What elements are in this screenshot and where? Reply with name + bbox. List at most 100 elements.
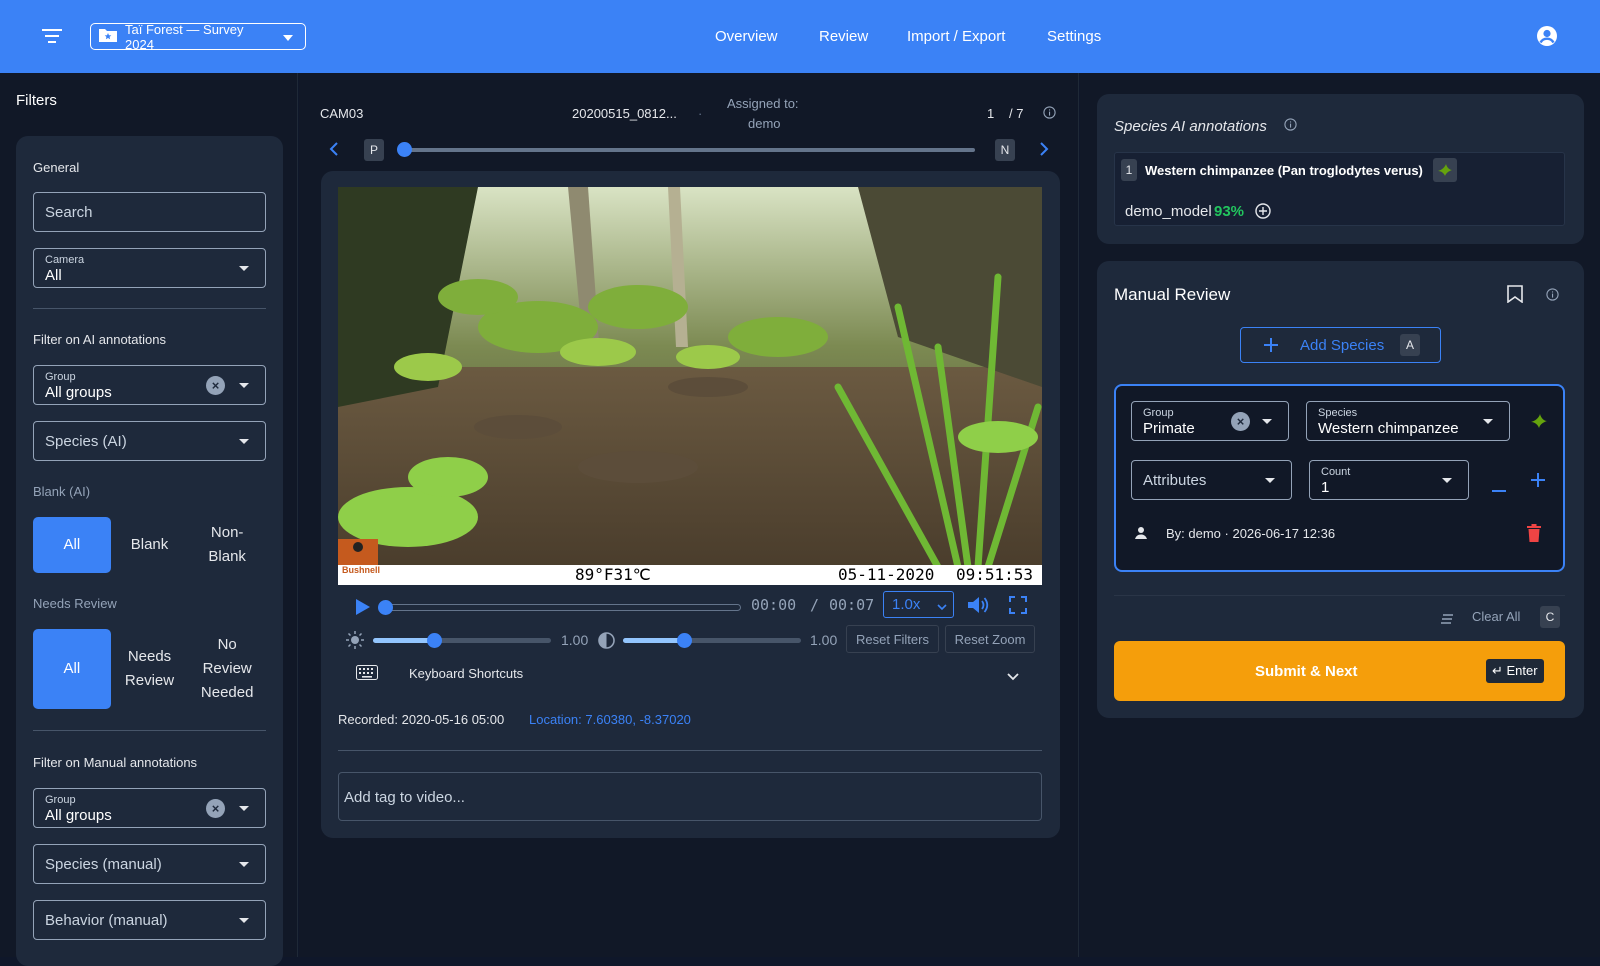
general-label: General — [33, 160, 80, 175]
blank-option-blank[interactable]: Blank — [111, 517, 189, 573]
nav-settings[interactable]: Settings — [1047, 0, 1101, 73]
info-icon[interactable] — [1284, 118, 1297, 136]
attributes-placeholder: Attributes — [1143, 472, 1207, 489]
brightness-slider-handle[interactable] — [427, 633, 442, 648]
blank-option-all[interactable]: All — [33, 517, 111, 573]
filters-column: Filters General Search Camera All Filter… — [0, 73, 298, 966]
add-species-button[interactable]: Add Species A — [1240, 327, 1441, 363]
manual-species-select[interactable]: Species (manual) — [33, 844, 266, 884]
dropdown-arrow-icon — [1483, 419, 1493, 424]
volume-icon[interactable] — [967, 595, 989, 620]
playback-speed-select[interactable]: 1.0x — [883, 591, 954, 618]
reset-filters-button[interactable]: Reset Filters — [846, 625, 939, 653]
review-option-needs-review[interactable]: Needs Review — [111, 629, 189, 709]
delete-icon[interactable] — [1527, 524, 1541, 547]
tag-input[interactable]: Add tag to video... — [338, 772, 1042, 821]
chevron-down-icon[interactable] — [1007, 668, 1019, 686]
group-label: Group — [1143, 407, 1174, 419]
info-icon[interactable] — [1043, 106, 1056, 124]
manual-review-title: Manual Review — [1114, 285, 1231, 304]
media-scrubber[interactable] — [404, 148, 975, 152]
nav-overview[interactable]: Overview — [715, 0, 778, 73]
search-input[interactable]: Search — [33, 192, 266, 232]
manual-behavior-select[interactable]: Behavior (manual) — [33, 900, 266, 940]
ai-group-select[interactable]: Group All groups × — [33, 365, 266, 405]
species-value: Western chimpanzee — [1318, 420, 1459, 437]
next-key-badge: N — [995, 139, 1015, 161]
leaf-icon[interactable] — [1530, 413, 1548, 434]
increment-icon[interactable] — [1531, 473, 1545, 492]
add-circle-icon[interactable] — [1255, 203, 1271, 224]
ai-species-select[interactable]: Species (AI) — [33, 421, 266, 461]
keyboard-shortcuts-label[interactable]: Keyboard Shortcuts — [409, 666, 523, 681]
review-option-no-review[interactable]: No Review Needed — [188, 629, 266, 709]
dropdown-arrow-icon — [1442, 478, 1452, 483]
prev-media-icon[interactable] — [329, 136, 339, 162]
dropdown-arrow-icon — [239, 806, 249, 811]
nav-import-export[interactable]: Import / Export — [907, 0, 1005, 73]
divider — [338, 750, 1042, 751]
search-placeholder: Search — [45, 204, 93, 221]
annotation-index-badge: 1 — [1121, 159, 1137, 181]
filters-title: Filters — [16, 92, 57, 109]
camera-trap-video[interactable]: Bushnell 89°F31℃ 05-11-2020 09:51:53 — [338, 187, 1042, 585]
clear-all-button[interactable]: Clear All — [1472, 609, 1520, 624]
clear-icon[interactable]: × — [206, 376, 225, 395]
contrast-slider[interactable] — [623, 638, 801, 643]
group-select[interactable]: Group Primate × — [1131, 401, 1289, 441]
camera-value: All — [45, 267, 62, 284]
attributes-select[interactable]: Attributes — [1131, 460, 1292, 500]
nav-review[interactable]: Review — [819, 0, 868, 73]
clear-icon[interactable]: × — [1231, 412, 1250, 431]
chevron-down-icon — [937, 598, 947, 615]
blank-toggle: All Blank Non- Blank — [33, 517, 266, 573]
next-media-icon[interactable] — [1039, 136, 1049, 162]
decrement-icon[interactable] — [1492, 479, 1506, 497]
camera-id: CAM03 — [320, 106, 364, 121]
manual-group-select[interactable]: Group All groups × — [33, 788, 266, 828]
group-value: Primate — [1143, 420, 1195, 437]
ai-annotation-item: 1 Western chimpanzee (Pan troglodytes ve… — [1114, 152, 1565, 226]
species-select[interactable]: Species Western chimpanzee — [1306, 401, 1510, 441]
species-annotation-form: Group Primate × Species Western chimpanz… — [1114, 384, 1565, 572]
media-scrubber-handle[interactable] — [397, 142, 412, 157]
camera-select[interactable]: Camera All — [33, 248, 266, 288]
brightness-slider[interactable] — [373, 638, 551, 643]
submit-next-button[interactable]: Submit & Next ↵ Enter — [1114, 641, 1565, 701]
video-info-overlay: Bushnell 89°F31℃ 05-11-2020 09:51:53 — [338, 565, 1042, 585]
account-icon[interactable] — [1536, 25, 1558, 47]
assigned-label: Assigned to: — [727, 96, 799, 111]
video-progress-handle[interactable] — [378, 600, 393, 615]
leaf-icon[interactable] — [1433, 158, 1457, 182]
contrast-value: 1.00 — [810, 632, 838, 648]
contrast-slider-handle[interactable] — [677, 633, 692, 648]
ai-model-name: demo_model — [1125, 203, 1212, 220]
project-selector[interactable]: Taï Forest — Survey 2024 — [90, 22, 306, 52]
manual-group-label: Group — [45, 794, 76, 806]
filter-menu-icon[interactable] — [40, 24, 64, 48]
info-icon[interactable] — [1546, 288, 1559, 306]
location-link[interactable]: Location: 7.60380, -8.37020 — [529, 712, 691, 727]
clear-all-key-badge: C — [1540, 606, 1560, 628]
manual-species-placeholder: Species (manual) — [45, 856, 162, 873]
divider — [33, 308, 266, 309]
playback-speed-value: 1.0x — [892, 596, 921, 613]
bookmark-icon[interactable] — [1507, 285, 1523, 308]
clear-icon[interactable]: × — [206, 799, 225, 818]
divider — [1114, 595, 1565, 596]
count-select[interactable]: Count 1 — [1309, 460, 1469, 500]
video-time-current: 00:00 — [751, 596, 797, 614]
dropdown-arrow-icon — [239, 918, 249, 923]
play-icon[interactable] — [355, 598, 371, 621]
needs-review-label: Needs Review — [33, 596, 117, 611]
video-progress-bar[interactable] — [385, 604, 741, 611]
count-value: 1 — [1321, 479, 1330, 496]
review-option-all[interactable]: All — [33, 629, 111, 709]
fullscreen-icon[interactable] — [1009, 596, 1027, 619]
ai-filter-label: Filter on AI annotations — [33, 332, 166, 347]
meta-separator: · — [698, 106, 703, 121]
blank-option-non-blank[interactable]: Non- Blank — [188, 517, 266, 573]
reset-zoom-button[interactable]: Reset Zoom — [945, 625, 1035, 653]
contrast-icon — [598, 632, 615, 654]
plus-icon — [1263, 337, 1279, 358]
